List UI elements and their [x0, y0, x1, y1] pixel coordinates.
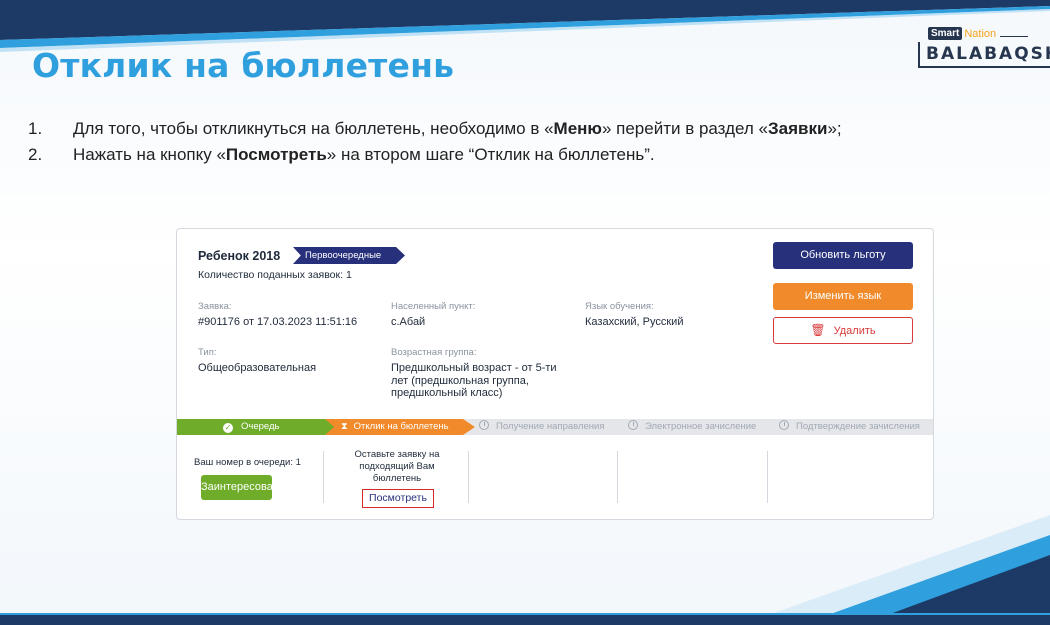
- step-bulletin-response: ⧗ Отклик на бюллетень: [325, 419, 475, 435]
- locality-label: Населенный пункт:: [391, 301, 476, 312]
- instruction-text: Нажать на кнопку «Посмотреть» на втором …: [73, 145, 655, 164]
- locality-value: с.Абай: [391, 316, 426, 328]
- column-divider: [617, 451, 618, 503]
- instruction-item: 2. Нажать на кнопку «Посмотреть» на втор…: [28, 142, 842, 168]
- step-enrollment: Электронное зачисление: [628, 419, 756, 435]
- instruction-number: 2.: [28, 145, 43, 164]
- interested-button[interactable]: Заинтересован: [201, 475, 279, 500]
- instruction-item: 1. Для того, чтобы откликнуться на бюлле…: [28, 116, 842, 142]
- application-label: Заявка:: [198, 301, 232, 312]
- check-icon: ✓: [223, 423, 233, 433]
- delete-label: Удалить: [833, 325, 876, 337]
- column-divider: [767, 451, 768, 503]
- language-value: Казахский, Русский: [585, 316, 684, 328]
- language-label: Язык обучения:: [585, 301, 654, 312]
- clock-icon: [479, 420, 489, 430]
- update-benefit-button[interactable]: Обновить льготу: [773, 242, 913, 269]
- step-queue: ✓ Очередь: [177, 419, 335, 435]
- view-button[interactable]: Посмотреть: [362, 489, 434, 508]
- child-name: Ребенок 2018: [198, 249, 281, 263]
- logo-nation: Nation: [964, 27, 997, 40]
- application-value: #901176 от 17.03.2023 11:51:16: [198, 316, 358, 328]
- slide-title: Отклик на бюллетень: [32, 46, 455, 85]
- age-group-label: Возрастная группа:: [391, 347, 477, 358]
- change-language-button[interactable]: Изменить язык: [773, 283, 913, 310]
- hourglass-icon: ⧗: [341, 421, 348, 432]
- progress-steps: ✓ Очередь ⧗ Отклик на бюллетень Получение …: [177, 419, 933, 435]
- trash-icon: 🗑: [810, 323, 826, 337]
- instructions-list: 1. Для того, чтобы откликнуться на бюлле…: [28, 116, 842, 168]
- type-label: Тип:: [198, 347, 217, 358]
- logo-main: BALABAQSH: [918, 42, 1050, 68]
- step-confirmation: Подтверждение зачисления: [779, 419, 920, 435]
- application-card: Ребенок 2018 Первоочередные Количество п…: [176, 228, 934, 520]
- logo-smart: Smart: [928, 27, 963, 40]
- instruction-number: 1.: [28, 119, 43, 138]
- delete-button[interactable]: 🗑 Удалить: [773, 317, 913, 344]
- column-divider: [323, 451, 324, 503]
- instruction-text: Для того, чтобы откликнуться на бюллетен…: [73, 119, 842, 138]
- column-divider: [468, 451, 469, 503]
- leave-request-text: Оставьте заявку на подходящий Вам бюллет…: [354, 449, 440, 484]
- step-referral: Получение направления: [479, 419, 605, 435]
- balabaqsha-logo: Smart Nation BALABAQSH: [918, 27, 1050, 71]
- applications-count: Количество поданных заявок: 1: [198, 269, 352, 281]
- age-group-value: Предшкольный возраст - от 5-ти лет (пред…: [391, 362, 557, 399]
- priority-tag: Первоочередные: [293, 247, 405, 264]
- type-value: Общеобразовательная: [198, 362, 317, 374]
- queue-number-text: Ваш номер в очереди: 1: [194, 457, 301, 468]
- clock-icon: [779, 420, 789, 430]
- clock-icon: [628, 420, 638, 430]
